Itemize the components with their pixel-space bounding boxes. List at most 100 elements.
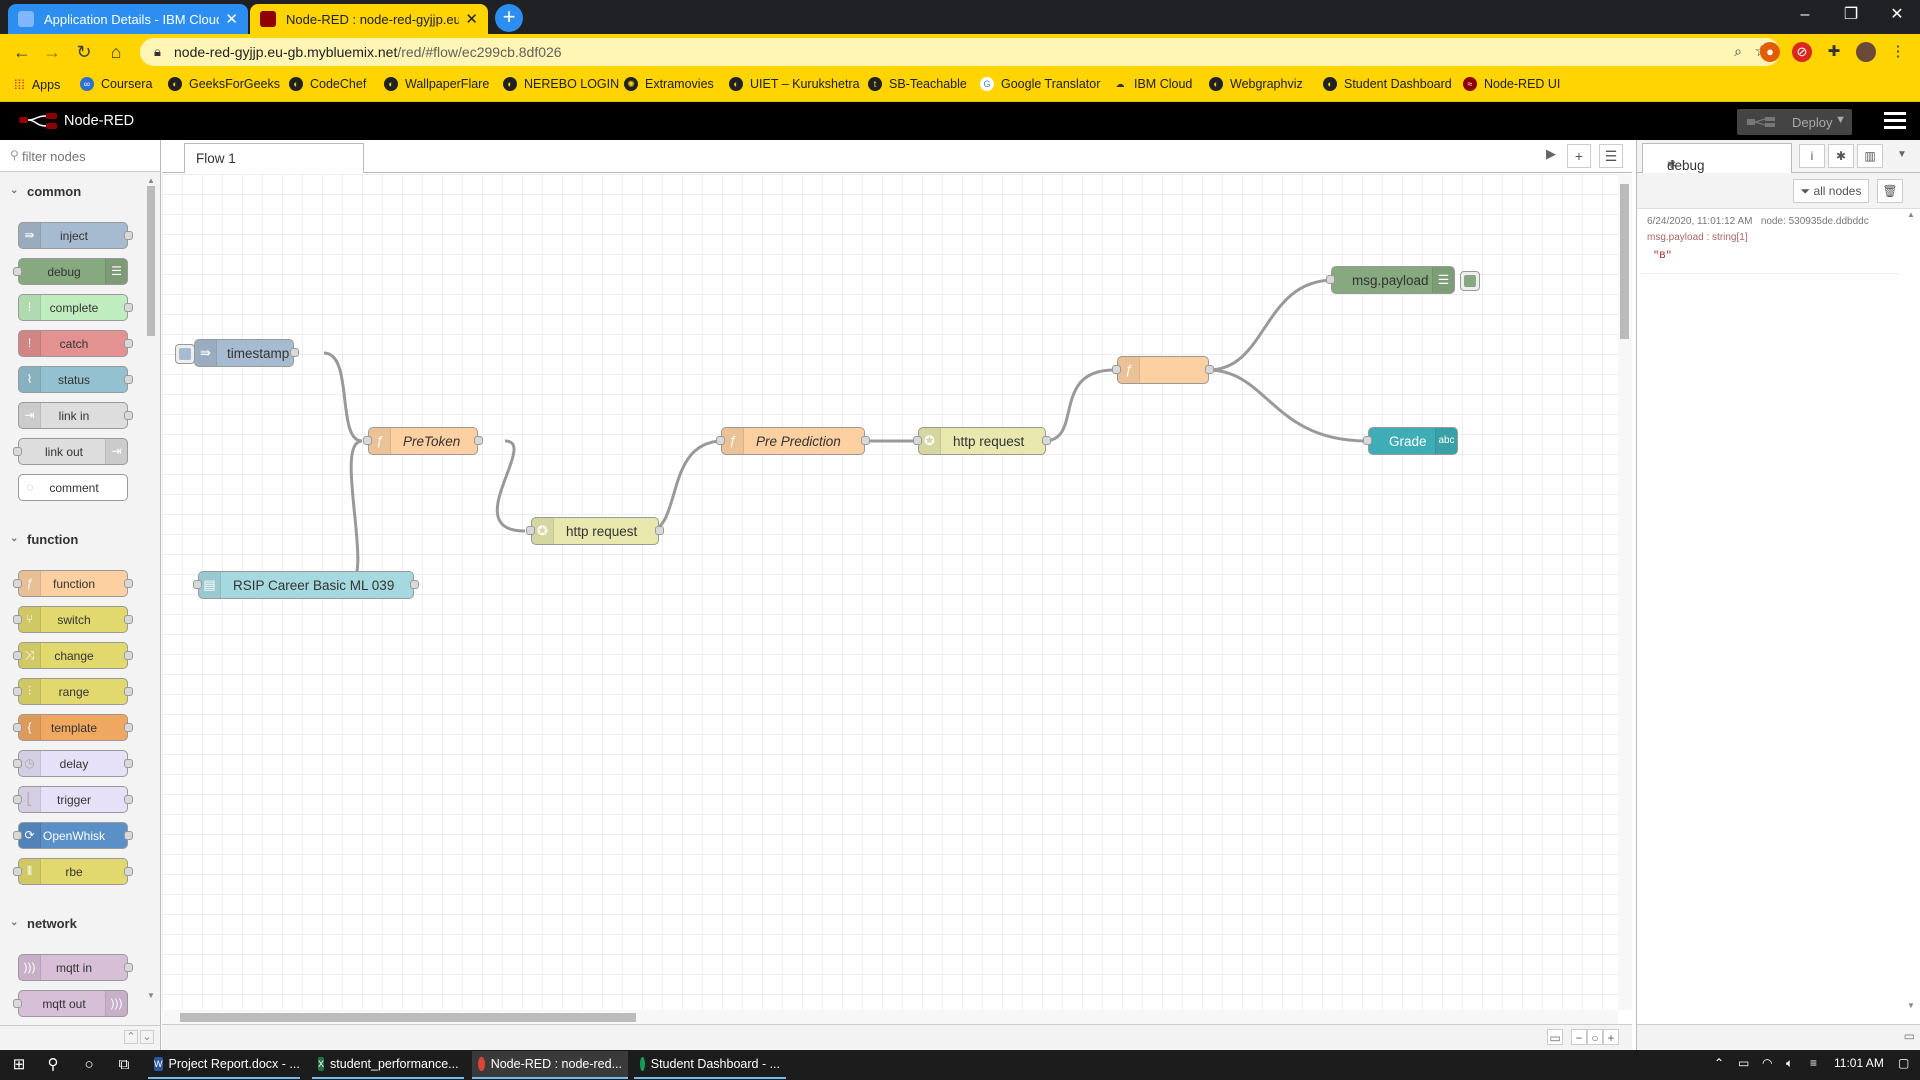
- scroll-up-icon[interactable]: ▲: [1907, 210, 1915, 219]
- bookmark-extramovies[interactable]: ✺ Extramovies: [624, 77, 714, 91]
- browser-tab-ibm-cloud[interactable]: Application Details - IBM Cloud ✕: [8, 4, 248, 34]
- palette-node-rbe[interactable]: ⫴ rbe: [13, 858, 133, 885]
- palette-node-range[interactable]: ⫶ range: [13, 678, 133, 705]
- flow-node-pretoken[interactable]: ƒ PreToken: [363, 427, 483, 455]
- new-tab-button[interactable]: +: [495, 4, 523, 32]
- flow-node-grade[interactable]: Grade abc: [1363, 427, 1458, 455]
- input-port[interactable]: [1326, 275, 1335, 284]
- output-port[interactable]: [655, 526, 664, 535]
- close-tab-icon[interactable]: ✕: [465, 10, 478, 28]
- clear-messages-icon[interactable]: 🗑︎: [1877, 179, 1903, 203]
- deploy-button[interactable]: Deploy ▼: [1737, 109, 1852, 135]
- bookmark-uiet[interactable]: ◐ UIET – Kurukshetra: [729, 77, 860, 91]
- chrome-menu-icon[interactable]: ⋮: [1888, 42, 1908, 62]
- tab-debug[interactable]: ✱ debug: [1642, 143, 1792, 173]
- palette-node-link-in[interactable]: ⇥ link in: [18, 402, 133, 429]
- flow-node-msg-payload[interactable]: msg.payload ☰: [1326, 266, 1480, 294]
- back-icon[interactable]: ←: [10, 40, 34, 64]
- bookmark-sb-teachable[interactable]: t SB-Teachable: [868, 77, 967, 91]
- palette-node-delay[interactable]: ◷ delay: [13, 750, 133, 777]
- palette-node-mqtt-out[interactable]: mqtt out ))): [13, 990, 128, 1017]
- output-port[interactable]: [861, 436, 870, 445]
- battery-icon[interactable]: ▭: [1738, 1056, 1749, 1070]
- bookmark-wallpaperflare[interactable]: ◐ WallpaperFlare: [384, 77, 489, 91]
- input-port[interactable]: [193, 580, 202, 589]
- scroll-down-icon[interactable]: ▼: [1907, 1001, 1915, 1010]
- debug-message[interactable]: 6/24/2020, 11:01:12 AM node: 530935de.dd…: [1641, 212, 1899, 274]
- palette-node-comment[interactable]: ◌ comment: [18, 474, 128, 501]
- close-tab-icon[interactable]: ✕: [225, 10, 238, 28]
- filter-all-nodes-button[interactable]: ⏷ all nodes: [1793, 179, 1869, 203]
- taskbar-app-chrome-node-red[interactable]: Node-RED : node-red...: [472, 1051, 628, 1079]
- bookmark-apps[interactable]: ⁞⁞⁞ Apps: [14, 77, 60, 92]
- bookmark-codechef[interactable]: ◐ CodeChef: [289, 77, 366, 91]
- taskbar-app-word[interactable]: W Project Report.docx - ...: [148, 1051, 300, 1079]
- input-port[interactable]: [526, 526, 535, 535]
- chart-icon[interactable]: ▥: [1857, 144, 1883, 168]
- inject-trigger-button[interactable]: [175, 344, 195, 364]
- tray-overflow-icon[interactable]: ⌃: [1714, 1056, 1724, 1070]
- flow-node-http-request-2[interactable]: ✪ http request: [913, 427, 1051, 455]
- palette-node-debug[interactable]: debug ☰: [13, 258, 128, 285]
- volume-icon[interactable]: 🔈︎: [1786, 1056, 1793, 1071]
- language-icon[interactable]: ≡: [1810, 1056, 1817, 1070]
- flow-node-pre-prediction[interactable]: ƒ Pre Prediction: [716, 427, 870, 455]
- palette-category-function[interactable]: ⌄ function: [0, 524, 143, 556]
- zoom-reset-icon[interactable]: ○: [1587, 1029, 1603, 1045]
- add-flow-button[interactable]: +: [1567, 144, 1591, 168]
- palette-category-network[interactable]: ⌄ network: [0, 908, 143, 940]
- palette-node-link-out[interactable]: link out ⇥: [13, 438, 128, 465]
- scroll-down-icon[interactable]: ▼: [147, 991, 155, 1000]
- flow-node-function[interactable]: ƒ: [1112, 356, 1214, 384]
- reload-icon[interactable]: ↻: [72, 40, 96, 64]
- palette-node-inject[interactable]: ⇛ inject: [18, 222, 133, 249]
- sidebar-scrollbar[interactable]: ▲ ▼: [1905, 210, 1919, 1010]
- palette-node-complete[interactable]: ! complete: [18, 294, 133, 321]
- bookmark-webgraphviz[interactable]: ◐ Webgraphviz: [1209, 77, 1303, 91]
- bookmark-node-red-ui[interactable]: ≈ Node-RED UI: [1463, 77, 1560, 91]
- cortana-icon[interactable]: ○: [78, 1055, 100, 1075]
- wifi-icon[interactable]: ◠: [1762, 1056, 1772, 1070]
- debug-bug-icon[interactable]: ✱: [1828, 144, 1854, 168]
- tab-flow-1[interactable]: Flow 1: [184, 143, 364, 173]
- bookmark-ibm-cloud[interactable]: ☁ IBM Cloud: [1113, 77, 1193, 91]
- output-port[interactable]: [1042, 436, 1051, 445]
- sidebar-dropdown-icon[interactable]: ▼: [1897, 149, 1907, 160]
- zoom-in-icon[interactable]: +: [1603, 1029, 1619, 1045]
- output-port[interactable]: [290, 348, 299, 357]
- expand-all-icon[interactable]: ⌄: [140, 1030, 154, 1044]
- home-icon[interactable]: ⌂: [104, 40, 128, 64]
- palette-node-mqtt-in[interactable]: ))) mqtt in: [18, 954, 133, 981]
- scroll-thumb[interactable]: [1620, 184, 1629, 339]
- profile-avatar[interactable]: [1856, 42, 1876, 62]
- restore-icon[interactable]: ❐: [1828, 0, 1874, 30]
- palette-category-common[interactable]: ⌄ common: [0, 176, 143, 208]
- flow-node-rsip[interactable]: ▤ RSIP Career Basic ML 039: [193, 571, 419, 599]
- task-view-icon[interactable]: ⧉: [113, 1055, 135, 1075]
- address-bar[interactable]: 🔒︎ node-red-gyjjp.eu-gb.mybluemix.net/re…: [140, 38, 1780, 66]
- output-port[interactable]: [474, 436, 483, 445]
- flow-node-timestamp[interactable]: ⇛ timestamp: [175, 339, 299, 367]
- popout-icon[interactable]: ▭: [1904, 1029, 1915, 1043]
- flow-canvas[interactable]: ⇛ timestamp ƒ PreToken ✪ http request ▤ …: [162, 174, 1618, 1010]
- input-port[interactable]: [716, 436, 725, 445]
- extension-icon-1[interactable]: ●: [1760, 42, 1780, 62]
- minimize-icon[interactable]: –: [1782, 0, 1828, 30]
- forward-icon[interactable]: →: [40, 40, 64, 64]
- scroll-thumb[interactable]: [147, 186, 155, 336]
- main-menu-icon[interactable]: [1884, 112, 1906, 130]
- extensions-puzzle-icon[interactable]: ✚: [1824, 42, 1844, 62]
- zoom-icon[interactable]: ⌕: [1734, 43, 1742, 60]
- canvas-vertical-scrollbar[interactable]: [1618, 174, 1632, 1010]
- taskbar-app-excel[interactable]: Xstudent_performance...: [312, 1051, 464, 1079]
- deploy-dropdown-icon[interactable]: ▼: [1835, 114, 1846, 126]
- debug-node-id[interactable]: node: 530935de.ddbddc: [1761, 216, 1869, 227]
- bookmark-coursera[interactable]: ∞ Coursera: [80, 77, 152, 91]
- scroll-thumb[interactable]: [180, 1013, 636, 1022]
- flow-node-http-request-1[interactable]: ✪ http request: [526, 517, 664, 545]
- palette-node-function[interactable]: ƒ function: [13, 570, 133, 597]
- palette-node-switch[interactable]: ⑂ switch: [13, 606, 133, 633]
- input-port[interactable]: [363, 436, 372, 445]
- bookmark-google-translator[interactable]: G Google Translator: [980, 77, 1100, 91]
- browser-tab-node-red[interactable]: Node-RED : node-red-gyjjp.eu-gb ✕: [250, 4, 488, 34]
